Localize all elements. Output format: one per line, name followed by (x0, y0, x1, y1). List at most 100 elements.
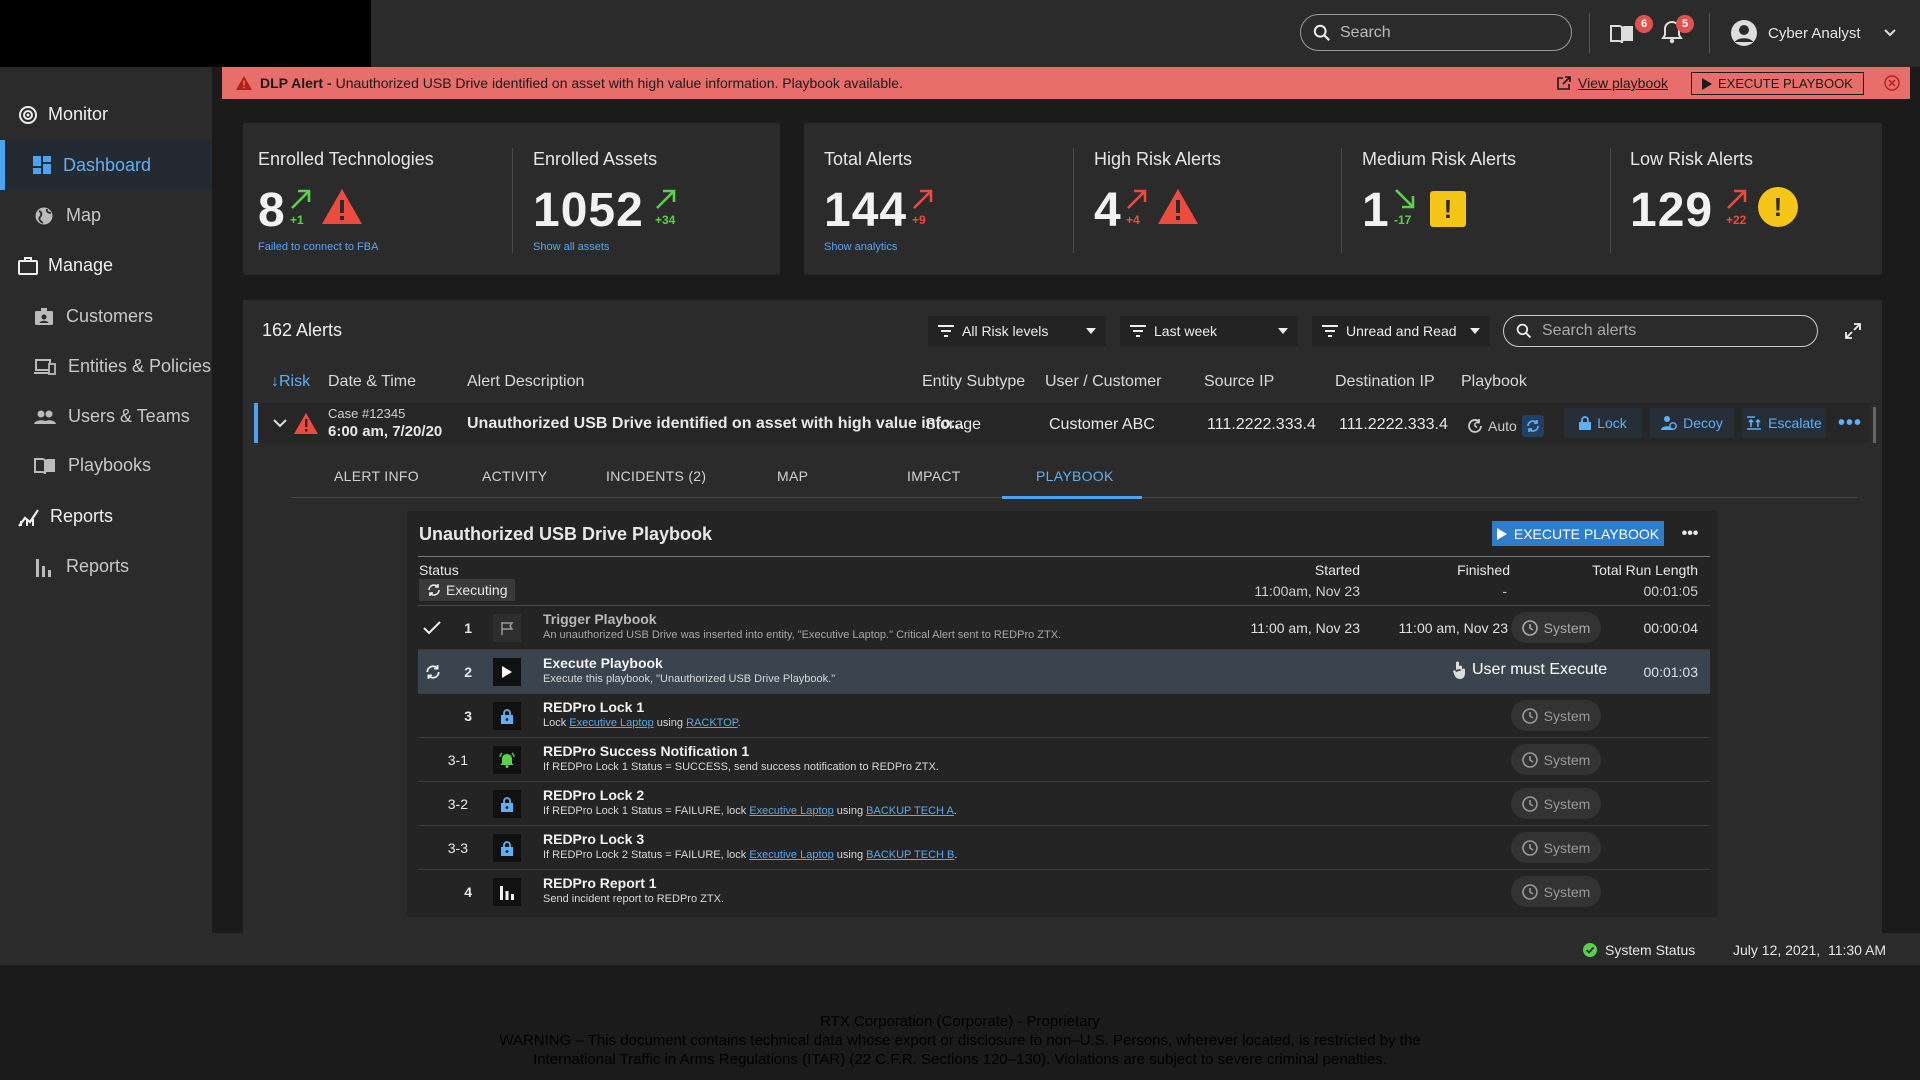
sidebar-item-playbooks[interactable]: Playbooks (34, 455, 151, 476)
step-description: An unauthorized USB Drive was inserted i… (543, 629, 1062, 641)
tab-incidents[interactable]: INCIDENTS (2) (606, 468, 706, 484)
show-all-assets-link[interactable]: Show all assets (533, 241, 609, 253)
playbook-more-icon[interactable]: ••• (1677, 521, 1703, 546)
show-analytics-link[interactable]: Show analytics (824, 241, 897, 253)
failed-fba-link[interactable]: Failed to connect to FBA (258, 241, 378, 253)
escalate-action-button[interactable]: Escalate (1742, 408, 1826, 438)
system-actor-chip: System (1511, 788, 1601, 819)
badge-icon (35, 307, 53, 325)
read-status-filter[interactable]: Unread and Read (1312, 316, 1490, 346)
trend-up-icon (1727, 189, 1747, 209)
messages-button[interactable]: 6 (1609, 15, 1653, 46)
playbook-execute-label: EXECUTE PLAYBOOK (1513, 525, 1660, 542)
banner-label: DLP Alert - (260, 75, 332, 91)
started-value: 11:00am, Nov 23 (1254, 583, 1360, 599)
tab-map[interactable]: MAP (777, 468, 808, 484)
playbook-mode: Auto (1467, 415, 1544, 437)
sidebar-item-entities[interactable]: Entities & Policies (34, 356, 211, 377)
kpi-delta: +1 (290, 213, 304, 227)
alert-source-ip: 111.2222.333.4 (1207, 416, 1316, 433)
tab-alert-info[interactable]: ALERT INFO (334, 468, 419, 484)
sync-icon[interactable] (1521, 415, 1544, 437)
tab-impact[interactable]: IMPACT (907, 468, 961, 484)
column-header-source-ip[interactable]: Source IP (1204, 373, 1274, 391)
lock-icon (493, 790, 521, 818)
banner-execute-playbook-button[interactable]: EXECUTE PLAYBOOK (1691, 72, 1864, 95)
tab-playbook[interactable]: PLAYBOOK (1036, 468, 1114, 484)
nav-section-manage[interactable]: Manage (18, 255, 113, 276)
sidebar-item-customers[interactable]: Customers (34, 306, 153, 327)
sidebar-item-users-teams[interactable]: Users & Teams (34, 406, 190, 427)
system-icon (1521, 795, 1538, 812)
view-playbook-link[interactable]: View playbook (1557, 75, 1668, 91)
close-circle-icon[interactable] (1884, 75, 1900, 91)
column-header-entity-subtype[interactable]: Entity Subtype (922, 373, 1025, 391)
kpi-title: Enrolled Assets (533, 149, 658, 169)
executive-laptop-link[interactable]: Executive Laptop (569, 717, 653, 729)
playbook-execute-button[interactable]: EXECUTE PLAYBOOK (1492, 521, 1664, 546)
backup-tech-b-link[interactable]: BACKUP TECH B (866, 849, 954, 861)
column-header-description[interactable]: Alert Description (467, 373, 584, 391)
user-must-execute-label: User must Execute (1472, 661, 1608, 678)
expand-icon[interactable] (1845, 323, 1861, 339)
notifications-button[interactable]: 5 (1661, 15, 1694, 46)
column-header-user-customer[interactable]: User / Customer (1045, 373, 1161, 391)
system-actor-label: System (1543, 619, 1591, 636)
backup-tech-a-link[interactable]: BACKUP TECH A (866, 805, 954, 817)
nav-section-reports[interactable]: Reports (18, 506, 113, 527)
tab-activity[interactable]: ACTIVITY (482, 468, 547, 484)
playbook-step[interactable]: 3-2 REDPro Lock 2 If REDPro Lock 1 Statu… (418, 782, 1710, 826)
playbook-step[interactable]: 3-1 REDPro Success Notification 1 If RED… (418, 738, 1710, 782)
risk-level-filter[interactable]: All Risk levels (928, 316, 1106, 346)
lock-action-button[interactable]: Lock (1564, 408, 1642, 438)
executive-laptop-link[interactable]: Executive Laptop (749, 849, 833, 861)
playbook-step-active[interactable]: 2 Execute Playbook Execute this playbook… (418, 650, 1710, 694)
sidebar-item-dashboard[interactable]: Dashboard (0, 140, 212, 190)
column-header-playbook[interactable]: Playbook (1461, 373, 1527, 391)
playbook-step[interactable]: 4 REDPro Report 1 Send incident report t… (418, 870, 1710, 914)
read-status-filter-value: Unread and Read (1346, 323, 1457, 339)
auto-icon (1468, 419, 1482, 433)
step-title: REDPro Lock 2 (543, 787, 645, 803)
decoy-action-label: Decoy (1683, 415, 1723, 431)
global-search-input[interactable]: Search (1300, 14, 1572, 51)
chevron-down-icon[interactable] (273, 419, 287, 428)
system-actor-chip: System (1511, 744, 1601, 775)
system-status[interactable]: System Status (1583, 942, 1695, 958)
step-length: 00:00:04 (1643, 620, 1699, 636)
user-must-execute[interactable]: User must Execute (1452, 661, 1607, 679)
column-header-date[interactable]: Date & Time (328, 373, 416, 391)
racktop-link[interactable]: RACKTOP (686, 717, 738, 729)
step-desc-text: using (833, 805, 867, 817)
decoy-icon (1661, 416, 1678, 430)
playbook-step[interactable]: 1 Trigger Playbook An unauthorized USB D… (418, 606, 1710, 650)
started-label: Started (1314, 562, 1360, 578)
alert-row[interactable]: Case #12345 6:00 am, 7/20/20 Unauthorize… (254, 403, 1870, 443)
dashboard-icon (33, 156, 51, 174)
dlp-alert-banner: DLP Alert - Unauthorized USB Drive ident… (222, 67, 1910, 99)
sidebar-item-map[interactable]: Map (34, 205, 101, 226)
executive-laptop-link[interactable]: Executive Laptop (749, 805, 833, 817)
sidebar-item-reports[interactable]: Reports (34, 556, 129, 577)
playbook-step[interactable]: 3-3 REDPro Lock 3 If REDPro Lock 2 Statu… (418, 826, 1710, 870)
status-label: Status (419, 562, 459, 578)
playbook-step[interactable]: 3 REDPro Lock 1 Lock Executive Laptop us… (418, 694, 1710, 738)
sidebar (0, 67, 212, 933)
scrollbar[interactable] (1873, 407, 1876, 443)
step-title: Execute Playbook (543, 655, 663, 671)
run-length-label: Total Run Length (1592, 562, 1698, 578)
warning-icon (322, 189, 362, 224)
warning-icon (236, 76, 252, 90)
time-range-filter[interactable]: Last week (1120, 316, 1298, 346)
alerts-search-input[interactable]: Search alerts (1503, 315, 1818, 347)
more-options-icon[interactable]: ••• (1835, 408, 1865, 438)
kpi-divider (1610, 148, 1611, 253)
nav-section-monitor[interactable]: Monitor (18, 104, 108, 125)
step-desc-text: If REDPro Lock 2 Status = FAILURE, lock (543, 849, 750, 861)
user-menu[interactable]: Cyber Analyst (1730, 19, 1897, 47)
sidebar-item-entities-label: Entities & Policies (68, 356, 212, 376)
column-header-risk[interactable]: ↓Risk (271, 373, 310, 391)
step-number: 3-1 (447, 752, 468, 768)
decoy-action-button[interactable]: Decoy (1650, 408, 1734, 438)
column-header-destination-ip[interactable]: Destination IP (1335, 373, 1435, 391)
